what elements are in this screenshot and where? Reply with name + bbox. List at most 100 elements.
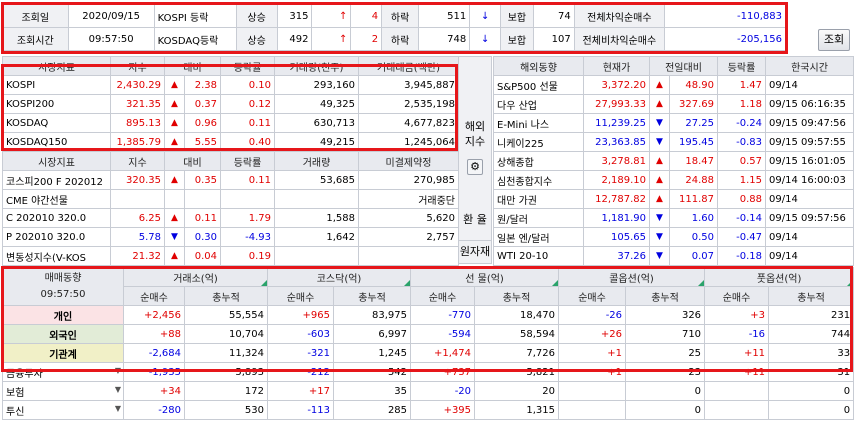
group-header-put[interactable]: 풋옵션(억) [704, 267, 855, 287]
overseas-row[interactable]: 일본 엔/달러 105.65 ▼ 0.50 -0.47 09/14 [493, 227, 854, 247]
investor-name[interactable]: 금융투자 ▼ [2, 362, 124, 382]
group-header-kosdaq[interactable]: 코스닥(억) [267, 267, 412, 287]
col-header: 미결제약정 [358, 151, 459, 171]
overseas-row[interactable]: 대만 가권 12,787.82 ▲ 111.87 0.88 09/14 [493, 189, 854, 209]
investor-row[interactable]: 금융투자 ▼ -1,935 5,893 -212 542 +737 5,821 +1 23 +11 3… [2, 362, 855, 382]
query-button[interactable]: 조회 [818, 29, 850, 51]
market-row[interactable]: KOSPI200 321.35 ▲ 0.37 0.12 49,325 2,535,198 [2, 94, 459, 114]
cumulative-value: 55,554 [183, 305, 269, 325]
gear-icon[interactable]: ⚙ [467, 159, 483, 175]
group-header-call[interactable]: 콜옵션(억) [558, 267, 706, 287]
net-buy-value [704, 400, 770, 420]
overseas-row[interactable]: 상해종합 3,278.81 ▲ 18.47 0.57 09/15 16:01:05 [493, 151, 854, 171]
overseas-row[interactable]: 원/달러 1,181.90 ▼ 1.60 -0.14 09/15 09:57:56 [493, 208, 854, 228]
current-price: 3,372.20 [583, 75, 650, 95]
up-count: 315 [276, 4, 313, 28]
overseas-row[interactable]: 니케이225 23,363.85 ▼ 195.45 -0.83 09/15 09:57:5… [493, 132, 854, 152]
investor-name-label: 투신 [6, 406, 25, 418]
change-arrow: ▲ [164, 170, 185, 190]
group-header-futures[interactable]: 선 물(억) [410, 267, 560, 287]
investor-row[interactable]: 보험 ▼ +34 172 +17 35 -20 20 0 0 [2, 381, 855, 401]
investor-name[interactable]: 기관계 [2, 343, 124, 363]
derivative-name: 코스피200 F 202012 [2, 170, 111, 190]
derivative-name: 변동성지수(V-KOS [2, 246, 111, 266]
sub-header-cumulative: 총누적 [768, 286, 855, 306]
change-arrow [164, 189, 185, 209]
overseas-index-label[interactable]: 해외 지수 [459, 119, 491, 149]
date-value[interactable]: 2020/09/15 [67, 4, 155, 28]
overseas-name: 원/달러 [493, 208, 584, 228]
change-rate: 0.88 [717, 189, 766, 209]
derivative-row[interactable]: 변동성지수(V-KOS 21.32 ▲ 0.04 0.19 [2, 246, 459, 266]
overseas-name: 일본 엔/달러 [493, 227, 584, 247]
change-value [184, 189, 221, 209]
limit-up-arrow: ↑ [339, 10, 348, 22]
change-arrow: ▲ [164, 75, 185, 95]
sub-header-cumulative: 총누적 [625, 286, 706, 306]
sub-header-net: 순매수 [123, 286, 185, 306]
net-buy-value: +1 [558, 343, 627, 363]
current-price: 12,787.82 [583, 189, 650, 209]
derivative-row[interactable]: C 202010 320.0 6.25 ▲ 0.11 1.79 1,588 5,620 [2, 208, 459, 228]
net-buy-value: -26 [558, 305, 627, 325]
derivative-row[interactable]: P 202010 320.0 5.78 ▼ 0.30 -4.93 1,642 2,757 [2, 227, 459, 247]
current-price: 23,363.85 [583, 132, 650, 152]
index-value: 895.13 [110, 113, 165, 133]
open-interest: 270,985 [358, 170, 459, 190]
down-label: 하락 [381, 4, 420, 28]
market-row[interactable]: KOSDAQ150 1,385.79 ▲ 5.55 0.40 49,215 1,245,06… [2, 132, 459, 152]
investor-row[interactable]: 외국인 +88 10,704 -603 6,997 -594 58,594 +26 710 -16… [2, 324, 855, 344]
net-buy-value: +88 [123, 324, 185, 344]
cumulative-value: 5,893 [183, 362, 269, 382]
derivative-row[interactable]: 코스피200 F 202012 320.35 ▲ 0.35 0.11 53,685 270,… [2, 170, 459, 190]
cumulative-value: 0 [768, 381, 855, 401]
investor-row[interactable]: 투신 ▼ -280 530 -113 285 +395 1,315 0 0 [2, 400, 855, 420]
investor-name[interactable]: 보험 ▼ [2, 381, 124, 401]
overseas-name: WTI 20-10 [493, 246, 584, 266]
investor-row[interactable]: 개인 +2,456 55,554 +965 83,975 -770 18,470 -26 326… [2, 305, 855, 325]
overseas-row[interactable]: S&P500 선물 3,372.20 ▲ 48.90 1.47 09/14 [493, 75, 854, 95]
investor-row[interactable]: 기관계 -2,684 11,324 -321 1,245 +1,474 7,726 +1 25 +… [2, 343, 855, 363]
volume [274, 189, 359, 209]
down-count: 511 [418, 4, 471, 28]
investor-name[interactable]: 개인 [2, 305, 124, 325]
raw-material-label[interactable]: 원자재 [459, 240, 491, 259]
cumulative-value: 326 [625, 305, 706, 325]
cumulative-value: 31 [768, 362, 855, 382]
change-arrow: ▲ [649, 189, 670, 209]
change-value: 0.35 [184, 170, 221, 190]
sub-header-net: 순매수 [267, 286, 335, 306]
volume: 1,642 [274, 227, 359, 247]
change-arrow: ▲ [164, 246, 185, 266]
current-price: 3,278.81 [583, 151, 650, 171]
change-rate [220, 189, 275, 209]
overseas-row[interactable]: 심천종합지수 2,189.10 ▲ 24.88 1.15 09/14 16:00:03 [493, 170, 854, 190]
korea-time: 09/15 09:57:56 [765, 208, 854, 228]
market-row[interactable]: KOSDAQ 895.13 ▲ 0.96 0.11 630,713 4,677,823 [2, 113, 459, 133]
change-rate: 1.47 [717, 75, 766, 95]
sub-header-cumulative: 총누적 [474, 286, 560, 306]
net-buy-value: +1,474 [410, 343, 476, 363]
col-header: 등락률 [220, 56, 275, 76]
chevron-down-icon[interactable]: ▼ [115, 385, 121, 394]
index-value: 6.25 [110, 208, 165, 228]
col-header: 거래량 [274, 151, 359, 171]
change-arrow: ▼ [649, 113, 670, 133]
group-header-kospi[interactable]: 거래소(억) [122, 267, 269, 287]
overseas-row[interactable]: 다우 산업 27,993.33 ▲ 327.69 1.18 09/15 06:16:35 [493, 94, 854, 114]
exchange-rate-label[interactable]: 환 율 [459, 212, 491, 232]
overseas-row[interactable]: WTI 20-10 37.26 ▼ 0.07 -0.18 09/14 [493, 246, 854, 266]
chevron-down-icon[interactable]: ▼ [115, 366, 121, 375]
flat-label: 보합 [500, 4, 534, 28]
investor-name[interactable]: 투신 ▼ [2, 400, 124, 420]
derivative-row[interactable]: CME 야간선물 거래중단 [2, 189, 459, 209]
sub-header-cumulative: 총누적 [183, 286, 269, 306]
market-row[interactable]: KOSPI 2,430.29 ▲ 2.38 0.10 293,160 3,945,887 [2, 75, 459, 95]
cumulative-value: 33 [768, 343, 855, 363]
amount: 4,677,823 [358, 113, 459, 133]
net-buy-value: +2,456 [123, 305, 185, 325]
overseas-row[interactable]: E-Mini 나스 11,239.25 ▼ 27.25 -0.24 09/15 09:47… [493, 113, 854, 133]
investor-name[interactable]: 외국인 [2, 324, 124, 344]
chevron-down-icon[interactable]: ▼ [115, 404, 121, 413]
up-label: 상승 [235, 4, 278, 28]
